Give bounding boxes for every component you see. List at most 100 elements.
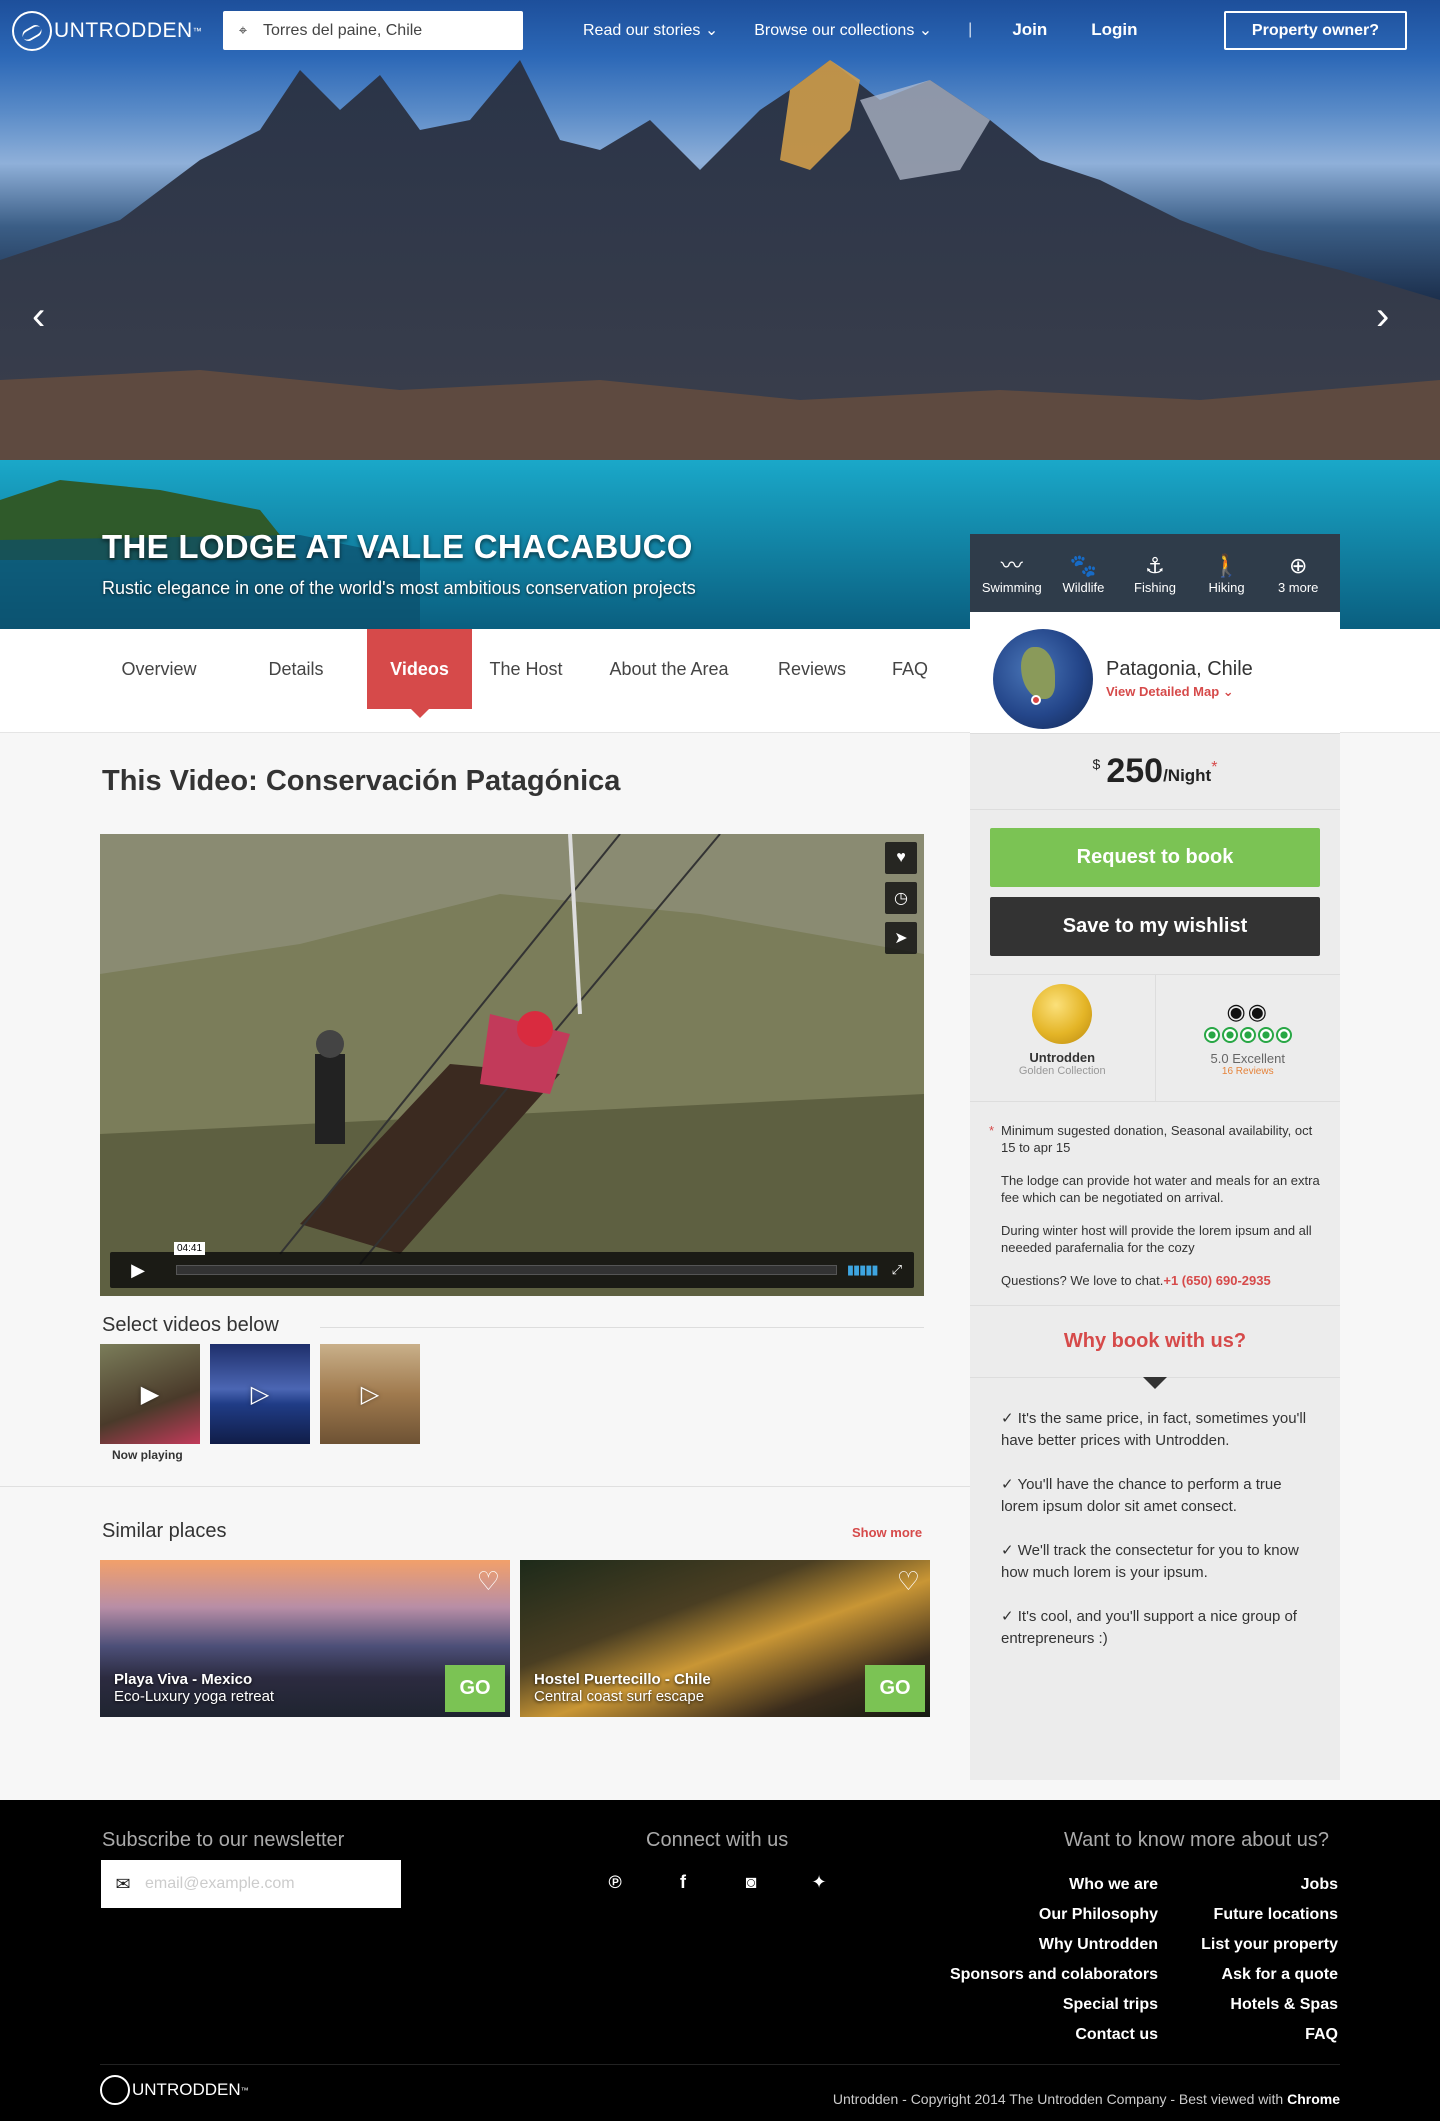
footer-link-ask-quote[interactable]: Ask for a quote <box>1201 1960 1338 1990</box>
reviews-count[interactable]: 16 Reviews <box>1222 1066 1274 1077</box>
note-availability: * Minimum sugested donation, Seasonal ava… <box>989 1122 1324 1156</box>
similar-place-card[interactable]: ♡ Hostel Puertecillo - Chile Central coa… <box>520 1560 930 1717</box>
reason-item: ✓ It's cool, and you'll support a nice g… <box>1001 1608 1297 1647</box>
video-heading-prefix: This Video: <box>102 765 266 797</box>
activity-label: Hiking <box>1208 579 1245 595</box>
phone-link[interactable]: +1 (650) 690-2935 <box>1163 1273 1270 1288</box>
price-currency: $ <box>1092 755 1101 772</box>
hero-next-arrow-icon[interactable]: › <box>1376 296 1389 336</box>
price-asterisk: * <box>1211 758 1218 776</box>
map-pin-icon: ⌖ <box>238 22 248 39</box>
clock-icon[interactable]: ◷ <box>885 882 917 914</box>
footer-link-sponsors[interactable]: Sponsors and colaborators <box>950 1960 1158 1990</box>
video-time: 04:41 <box>174 1242 206 1255</box>
go-button[interactable]: GO <box>445 1665 505 1712</box>
footer-link-faq[interactable]: FAQ <box>1201 2020 1338 2050</box>
activity-hiking[interactable]: 🚶 Hiking <box>1191 552 1263 595</box>
play-outline-icon: ▷ <box>360 1380 380 1408</box>
select-videos-label: Select videos below <box>102 1314 279 1336</box>
location-globe-image[interactable] <box>993 629 1093 729</box>
hero-prev-arrow-icon[interactable]: ‹ <box>32 296 45 336</box>
heart-outline-icon[interactable]: ♡ <box>477 1566 500 1597</box>
facebook-icon[interactable]: f <box>673 1872 693 1892</box>
request-to-book-button[interactable]: Request to book <box>990 828 1320 887</box>
footer-link-jobs[interactable]: Jobs <box>1201 1870 1338 1900</box>
property-owner-button[interactable]: Property owner? <box>1224 11 1407 50</box>
rating-text: 5.0 Excellent <box>1210 1051 1285 1066</box>
video-heading: This Video: Conservación Patagónica <box>102 765 620 798</box>
nav-browse-collections[interactable]: Browse our collections ⌄ <box>754 20 932 40</box>
footer-link-hotels-spas[interactable]: Hotels & Spas <box>1201 1990 1338 2020</box>
video-thumbnail-1[interactable]: ▶ <box>100 1344 200 1444</box>
video-thumbnail-3[interactable]: ▷ <box>320 1344 420 1444</box>
card-caption: Hostel Puertecillo - Chile Central coast… <box>534 1671 711 1705</box>
activity-label: Swimming <box>981 579 1042 595</box>
footer-link-list-property[interactable]: List your property <box>1201 1930 1338 1960</box>
footer-link-our-philosophy[interactable]: Our Philosophy <box>950 1900 1158 1930</box>
similar-place-card[interactable]: ♡ Playa Viva - Mexico Eco-Luxury yoga re… <box>100 1560 510 1717</box>
instagram-icon[interactable]: ◙ <box>741 1872 761 1892</box>
tab-videos[interactable]: Videos <box>367 629 472 718</box>
card-place-name: Hostel Puertecillo - Chile <box>534 1671 711 1688</box>
tab-about-the-area[interactable]: About the Area <box>598 629 740 709</box>
tab-the-host[interactable]: The Host <box>480 629 572 709</box>
send-icon[interactable]: ➤ <box>885 922 917 954</box>
video-thumbnail-2[interactable]: ▷ <box>210 1344 310 1444</box>
footer-link-contact-us[interactable]: Contact us <box>950 2020 1158 2050</box>
activity-more[interactable]: ⊕ 3 more <box>1262 552 1334 595</box>
heart-outline-icon[interactable]: ♡ <box>897 1566 920 1597</box>
section-divider <box>0 1486 970 1487</box>
footer-link-who-we-are[interactable]: Who we are <box>950 1870 1158 1900</box>
search-input[interactable] <box>263 21 503 40</box>
go-button[interactable]: GO <box>865 1665 925 1712</box>
footer-link-special-trips[interactable]: Special trips <box>950 1990 1158 2020</box>
play-icon[interactable]: ▶ <box>110 1260 166 1281</box>
questions-text: Questions? We love to chat. <box>1001 1273 1164 1288</box>
newsletter-title: Subscribe to our newsletter <box>102 1829 345 1851</box>
heart-icon[interactable]: ♥ <box>885 842 917 874</box>
video-player[interactable]: ♥ ◷ ➤ ▶ 04:41 ▮▮▮▮▮ ⤢ <box>100 834 924 1296</box>
footer-logo-text: UNTRODDEN <box>132 2080 241 2099</box>
award-title: Untrodden <box>1029 1050 1096 1065</box>
price-per-night: /Night <box>1163 765 1212 785</box>
activity-fishing[interactable]: ⚓ Fishing <box>1119 552 1191 595</box>
footer-link-future-locations[interactable]: Future locations <box>1201 1900 1338 1930</box>
why-book-reasons: ✓ It's the same price, in fact, sometime… <box>970 1378 1340 1650</box>
login-link[interactable]: Login <box>1091 20 1137 40</box>
join-link[interactable]: Join <box>1012 20 1047 40</box>
show-more-link[interactable]: Show more <box>852 1525 922 1540</box>
similar-places-title: Similar places <box>102 1520 227 1542</box>
activity-swimming[interactable]: 〰 Swimming <box>976 552 1048 595</box>
note-winter: During winter host will provide the lore… <box>1001 1223 1312 1255</box>
property-subtitle: Rustic elegance in one of the world's mo… <box>102 578 696 598</box>
copyright-text: Untrodden - Copyright 2014 The Untrodden… <box>832 2091 1288 2107</box>
newsletter-form[interactable]: ✉ <box>101 1860 401 1908</box>
video-progress-bar[interactable] <box>176 1265 837 1275</box>
search-box[interactable]: ⌖ <box>223 11 523 50</box>
plus-circle-icon: ⊕ <box>1288 552 1308 578</box>
footer-logo[interactable]: UNTRODDEN ™ <box>100 2075 249 2105</box>
footer-link-why-untrodden[interactable]: Why Untrodden <box>950 1930 1158 1960</box>
save-to-wishlist-button[interactable]: Save to my wishlist <box>990 897 1320 956</box>
footer-links-col-2: Jobs Future locations List your property… <box>1201 1870 1338 2050</box>
nav-read-our-stories[interactable]: Read our stories ⌄ <box>583 20 718 40</box>
top-navigation-bar: UNTRODDEN™ ⌖ Read our stories ⌄ Browse o… <box>0 0 1440 62</box>
activity-wildlife[interactable]: 🐾 Wildlife <box>1048 552 1120 595</box>
newsletter-email-input[interactable] <box>145 1875 385 1893</box>
tab-reviews[interactable]: Reviews <box>766 629 858 709</box>
pinterest-icon[interactable]: ℗ <box>605 1872 625 1892</box>
card-caption: Playa Viva - Mexico Eco-Luxury yoga retr… <box>114 1671 274 1705</box>
view-detailed-map-link[interactable]: View Detailed Map ⌄ <box>1106 684 1234 700</box>
tripadvisor-rating[interactable]: ◉◉ 5.0 Excellent 16 Reviews <box>1156 975 1341 1101</box>
tab-faq[interactable]: FAQ <box>876 629 944 709</box>
tab-overview[interactable]: Overview <box>102 629 216 709</box>
price-amount: 250 <box>1106 752 1164 790</box>
fullscreen-icon[interactable]: ⤢ <box>892 1262 902 1278</box>
browser-name: Chrome <box>1287 2091 1340 2107</box>
tab-details[interactable]: Details <box>244 629 348 709</box>
play-icon: ▶ <box>140 1380 160 1408</box>
untrodden-logo[interactable]: UNTRODDEN ™ <box>12 11 202 51</box>
volume-icon[interactable]: ▮▮▮▮▮ <box>847 1262 879 1278</box>
twitter-icon[interactable]: ✦ <box>809 1872 829 1892</box>
rating-dots <box>1203 1027 1292 1043</box>
